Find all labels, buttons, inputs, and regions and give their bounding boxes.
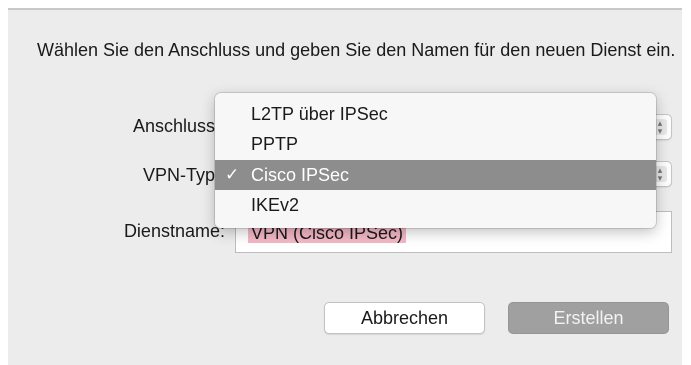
interface-label: Anschluss:: [132, 116, 220, 136]
vpn-type-menu: L2TP über IPSec PPTP ✓ Cisco IPSec IKEv2: [215, 93, 656, 228]
create-button[interactable]: Erstellen: [508, 302, 669, 334]
menu-item-label: L2TP über IPSec: [251, 104, 388, 124]
menu-item-cisco-ipsec[interactable]: ✓ Cisco IPSec: [215, 160, 656, 190]
menu-item-pptp[interactable]: PPTP: [215, 129, 656, 159]
vpn-type-label: VPN-Typ:: [142, 165, 220, 185]
menu-item-ikev2[interactable]: IKEv2: [215, 190, 656, 220]
menu-item-label: Cisco IPSec: [251, 165, 350, 185]
dialog-prompt: Wählen Sie den Anschluss und geben Sie d…: [37, 40, 676, 60]
menu-item-label: PPTP: [251, 134, 299, 154]
cancel-button[interactable]: Abbrechen: [324, 302, 485, 334]
menu-item-label: IKEv2: [251, 195, 300, 215]
service-name-label: Dienstname:: [123, 221, 225, 241]
menu-item-l2tp[interactable]: L2TP über IPSec: [215, 99, 656, 129]
checkmark-icon: ✓: [225, 165, 240, 184]
